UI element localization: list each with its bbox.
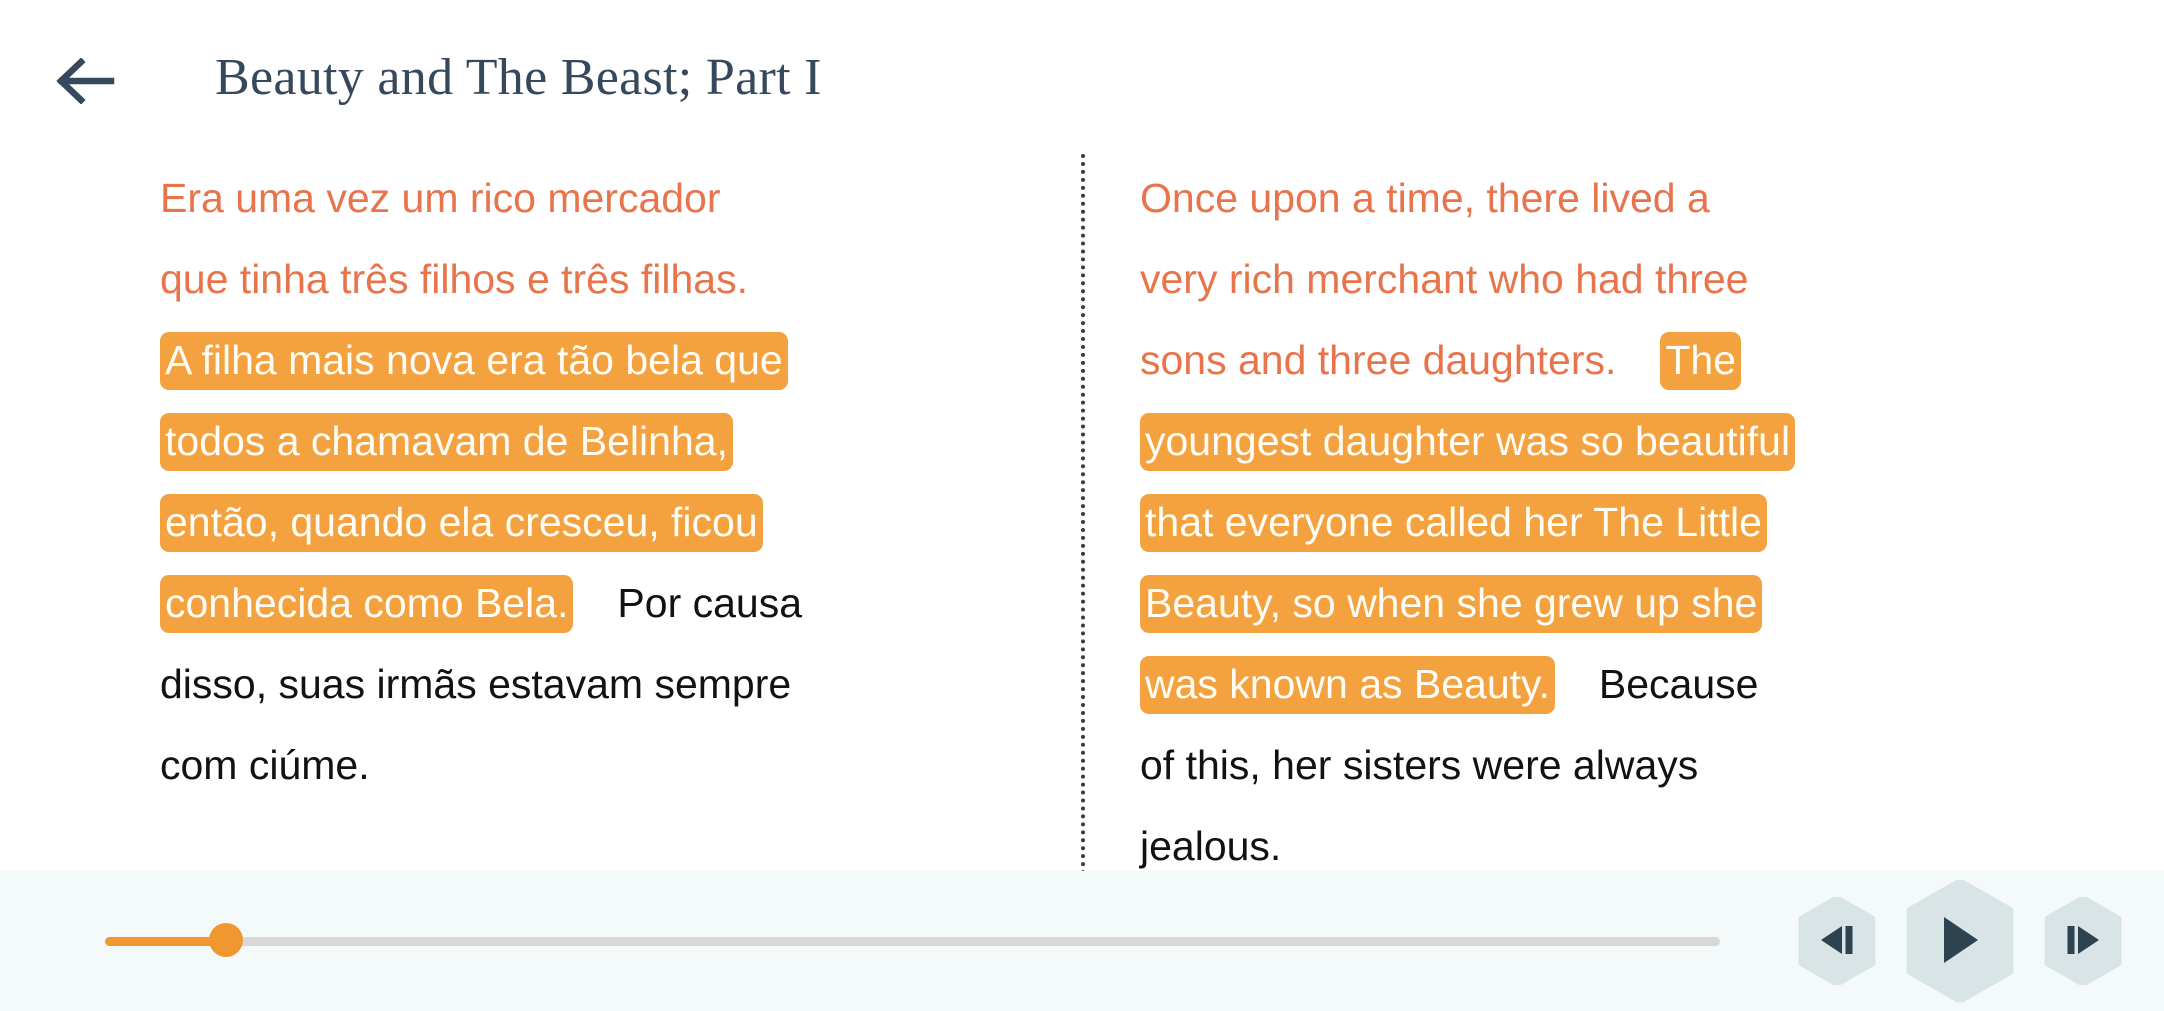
previous-icon — [1817, 924, 1857, 959]
highlighted-text-segment[interactable]: A filha mais nova era tão bela que — [160, 332, 788, 390]
text-line: disso, suas irmãs estavam sempre — [160, 644, 980, 725]
text-column-translation[interactable]: Once upon a time, there lived a very rich… — [1140, 150, 1980, 871]
text-line: todos a chamavam de Belinha, — [160, 401, 980, 482]
next-icon — [2063, 924, 2103, 959]
spoken-text-segment[interactable]: sons and three daughters. — [1140, 337, 1616, 383]
text-line: com ciúme. — [160, 725, 980, 806]
plain-text-segment[interactable]: of this, her sisters were always — [1140, 742, 1698, 788]
text-line: Once upon a time, there lived a — [1140, 158, 1980, 239]
paragraph-translation: Once upon a time, there lived a very rich… — [1140, 158, 1980, 871]
text-line: sons and three daughters. The — [1140, 320, 1980, 401]
spoken-text-segment[interactable]: que tinha três filhos e três filhas. — [160, 256, 748, 302]
previous-sentence-button[interactable] — [1798, 895, 1876, 987]
slider-track[interactable] — [105, 937, 1720, 946]
spoken-text-segment[interactable]: Once upon a time, there lived a — [1140, 175, 1710, 221]
paragraph-source: Era uma vez um rico mercador que tinha tr… — [160, 158, 980, 806]
play-icon — [1938, 915, 1982, 968]
reader-pane: Era uma vez um rico mercador que tinha tr… — [0, 150, 2164, 871]
plain-text-segment[interactable]: disso, suas irmãs estavam sempre — [160, 661, 791, 707]
highlighted-text-segment[interactable]: então, quando ela cresceu, ficou — [160, 494, 763, 552]
arrow-left-icon — [53, 58, 117, 104]
text-line: very rich merchant who had three — [1140, 239, 1980, 320]
text-line: of this, her sisters were always — [1140, 725, 1980, 806]
text-line: então, quando ela cresceu, ficou — [160, 482, 980, 563]
highlighted-text-segment[interactable]: was known as Beauty. — [1140, 656, 1555, 714]
text-line: jealous. — [1140, 806, 1980, 871]
text-line: conhecida como Bela. Por causa — [160, 563, 980, 644]
text-line: Beauty, so when she grew up she — [1140, 563, 1980, 644]
highlighted-text-segment[interactable]: youngest daughter was so beautiful — [1140, 413, 1796, 471]
highlighted-text-segment[interactable]: Beauty, so when she grew up she — [1140, 575, 1763, 633]
plain-text-segment[interactable]: com ciúme. — [160, 742, 370, 788]
text-line: Era uma vez um rico mercador — [160, 158, 980, 239]
slider-fill — [105, 937, 227, 946]
slider-thumb[interactable] — [209, 923, 244, 957]
text-column-source[interactable]: Era uma vez um rico mercador que tinha tr… — [160, 150, 980, 806]
spoken-text-segment[interactable]: very rich merchant who had three — [1140, 256, 1748, 302]
transport-controls — [1798, 871, 2122, 1011]
highlighted-text-segment[interactable]: The — [1660, 332, 1742, 390]
highlighted-text-segment[interactable]: todos a chamavam de Belinha, — [160, 413, 733, 471]
plain-text-segment[interactable]: Por causa — [617, 580, 802, 626]
app-header: Beauty and The Beast; Part I — [0, 0, 2164, 150]
column-divider — [1081, 154, 1085, 871]
plain-text-segment[interactable]: Because — [1599, 661, 1759, 707]
text-line: youngest daughter was so beautiful — [1140, 401, 1980, 482]
highlighted-text-segment[interactable]: conhecida como Bela. — [160, 575, 574, 633]
next-sentence-button[interactable] — [2044, 895, 2122, 987]
back-button[interactable] — [50, 56, 120, 106]
text-line: que tinha três filhos e três filhas. — [160, 239, 980, 320]
progress-slider[interactable] — [105, 923, 1720, 957]
plain-text-segment[interactable]: jealous. — [1140, 823, 1281, 869]
spoken-text-segment[interactable]: Era uma vez um rico mercador — [160, 175, 721, 221]
highlighted-text-segment[interactable]: that everyone called her The Little — [1140, 494, 1767, 552]
text-line: that everyone called her The Little — [1140, 482, 1980, 563]
audio-player-bar — [0, 871, 2164, 1011]
play-button[interactable] — [1906, 878, 2014, 1004]
text-line: was known as Beauty. Because — [1140, 644, 1980, 725]
text-line: A filha mais nova era tão bela que — [160, 320, 980, 401]
page-title: Beauty and The Beast; Part I — [215, 49, 822, 106]
